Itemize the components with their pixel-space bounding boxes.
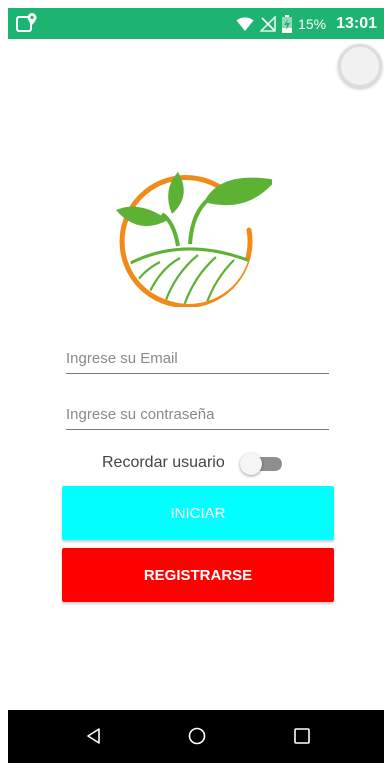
email-field-container: [66, 343, 329, 374]
remember-user-row: Recordar usuario: [0, 450, 384, 476]
wifi-icon: [236, 16, 254, 31]
navigation-bar: [8, 710, 384, 763]
email-input[interactable]: [66, 343, 329, 373]
no-sim-icon: [260, 15, 276, 32]
recents-icon[interactable]: [292, 726, 312, 746]
battery-charging-icon: [282, 14, 293, 33]
toggle-thumb: [240, 453, 262, 475]
remember-user-label: Recordar usuario: [102, 454, 225, 471]
home-icon[interactable]: [187, 726, 207, 746]
app-logo: [116, 172, 272, 307]
app-icon: [16, 13, 37, 32]
remember-user-toggle[interactable]: [240, 453, 284, 475]
password-input[interactable]: [66, 399, 329, 429]
clock: 13:01: [336, 14, 377, 32]
back-icon[interactable]: [84, 726, 104, 746]
status-bar: 15% 13:01: [8, 8, 384, 39]
register-button[interactable]: REGISTRARSE: [62, 548, 334, 602]
login-button[interactable]: INICIAR: [62, 486, 334, 540]
password-field-container: [66, 399, 329, 430]
battery-percent: 15%: [298, 15, 327, 32]
floating-assist-button[interactable]: [338, 44, 382, 88]
